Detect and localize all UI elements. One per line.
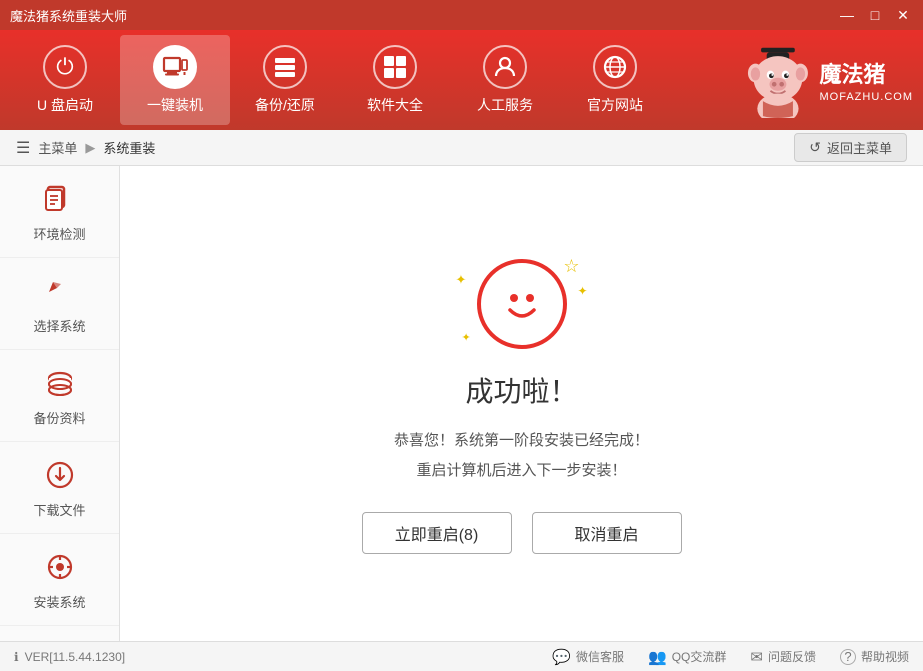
- success-title: 成功啦！: [465, 370, 577, 410]
- sidebar-label-select-os: 选择系统: [33, 316, 85, 335]
- nav-item-software[interactable]: 软件大全: [340, 35, 450, 125]
- titlebar: 魔法猪系统重装大师 — □ ✕: [0, 0, 923, 30]
- star-4: ✦: [462, 331, 471, 344]
- restart-button[interactable]: 立即重启(8): [362, 512, 512, 554]
- breadcrumb-separator: ▶: [85, 140, 95, 156]
- action-buttons: 立即重启(8) 取消重启: [362, 512, 682, 554]
- pig-logo: [742, 43, 812, 118]
- minimize-button[interactable]: —: [837, 5, 857, 25]
- sidebar-item-backup[interactable]: 备份资料: [0, 350, 119, 442]
- brand-en-text: MOFAZHU.COM: [820, 91, 914, 103]
- backup-data-icon: [41, 364, 79, 402]
- nav-item-service[interactable]: 人工服务: [450, 35, 560, 125]
- nav-label-usb: U 盘启动: [37, 95, 93, 115]
- wechat-label: 微信客服: [576, 648, 624, 665]
- cancel-restart-button[interactable]: 取消重启: [532, 512, 682, 554]
- breadcrumb-current: 系统重装: [103, 138, 155, 157]
- help-icon: ?: [840, 649, 856, 665]
- smiley-face: [477, 259, 567, 349]
- star-1: ☆: [563, 256, 579, 277]
- footer-help[interactable]: ? 帮助视频: [840, 648, 909, 665]
- back-button-label: 返回主菜单: [827, 138, 892, 157]
- feedback-label: 问题反馈: [768, 648, 816, 665]
- star-3: ✦: [577, 284, 587, 298]
- sidebar-item-install[interactable]: 安装系统: [0, 534, 119, 626]
- install-icon: [41, 548, 79, 586]
- feedback-icon: ✉: [750, 648, 763, 666]
- website-icon: [593, 45, 637, 89]
- sidebar-label-download: 下载文件: [33, 500, 85, 519]
- nav-item-backup[interactable]: 备份/还原: [230, 35, 340, 125]
- brand-area: 魔法猪 MOFAZHU.COM: [703, 30, 923, 130]
- sidebar-item-env-check[interactable]: 环境检测: [0, 166, 119, 258]
- maximize-button[interactable]: □: [865, 5, 885, 25]
- service-icon: [483, 45, 527, 89]
- qq-icon: 👥: [648, 648, 667, 666]
- backup-icon: [263, 45, 307, 89]
- titlebar-controls: — □ ✕: [837, 5, 913, 25]
- sidebar-label-backup: 备份资料: [33, 408, 85, 427]
- nav-item-website[interactable]: 官方网站: [560, 35, 670, 125]
- nav-item-reinstall[interactable]: 一键装机: [120, 35, 230, 125]
- nav-label-website: 官方网站: [587, 95, 643, 115]
- sidebar-item-select-os[interactable]: 选择系统: [0, 258, 119, 350]
- success-illustration: ☆ ✦ ✦ ✦: [452, 254, 592, 354]
- brand-cn-text: 魔法猪: [820, 57, 914, 89]
- nav-label-backup: 备份/还原: [255, 95, 315, 115]
- menu-icon: ☰: [16, 138, 30, 158]
- download-icon: [41, 456, 79, 494]
- breadcrumb-bar: ☰ 主菜单 ▶ 系统重装 ↺ 返回主菜单: [0, 130, 923, 166]
- software-icon: [373, 45, 417, 89]
- success-msg-line2: 重启计算机后进入下一步安装！: [416, 462, 626, 479]
- app-title: 魔法猪系统重装大师: [10, 6, 127, 25]
- content-panel: ☆ ✦ ✦ ✦ 成功啦！ 恭喜您！系统第一阶段安装已经完成！ 重启计算机后进入下…: [120, 166, 923, 641]
- footer-version: ℹ VER[11.5.44.1230]: [14, 650, 125, 664]
- sidebar-label-env-check: 环境检测: [33, 224, 85, 243]
- breadcrumb-left: ☰ 主菜单 ▶ 系统重装: [16, 138, 155, 158]
- back-button[interactable]: ↺ 返回主菜单: [794, 133, 907, 162]
- sidebar: 环境检测 选择系统 备份资料: [0, 166, 120, 641]
- footer-feedback[interactable]: ✉ 问题反馈: [750, 648, 816, 666]
- footer-links: 💬 微信客服 👥 QQ交流群 ✉ 问题反馈 ? 帮助视频: [552, 648, 909, 666]
- sidebar-item-download[interactable]: 下载文件: [0, 442, 119, 534]
- breadcrumb-home[interactable]: 主菜单: [38, 138, 77, 157]
- brand-text: 魔法猪 MOFAZHU.COM: [820, 57, 914, 103]
- help-label: 帮助视频: [861, 648, 909, 665]
- env-check-icon: [41, 180, 79, 218]
- version-text: VER[11.5.44.1230]: [25, 650, 126, 664]
- footer-qq[interactable]: 👥 QQ交流群: [648, 648, 726, 666]
- nav-item-usb[interactable]: ⏻ U 盘启动: [10, 35, 120, 125]
- sidebar-label-install: 安装系统: [33, 592, 85, 611]
- nav-label-service: 人工服务: [477, 95, 533, 115]
- main-area: 环境检测 选择系统 备份资料: [0, 166, 923, 641]
- footer-wechat[interactable]: 💬 微信客服: [552, 648, 624, 666]
- close-button[interactable]: ✕: [893, 5, 913, 25]
- nav-label-software: 软件大全: [367, 95, 423, 115]
- usb-icon: ⏻: [43, 45, 87, 89]
- footer: ℹ VER[11.5.44.1230] 💬 微信客服 👥 QQ交流群 ✉ 问题反…: [0, 641, 923, 671]
- back-arrow-icon: ↺: [809, 139, 821, 156]
- nav-label-reinstall: 一键装机: [147, 95, 203, 115]
- star-2: ✦: [456, 272, 467, 288]
- brand-inner: 魔法猪 MOFAZHU.COM: [742, 43, 914, 118]
- reinstall-icon: [153, 45, 197, 89]
- select-os-icon: [41, 272, 79, 310]
- success-msg-line1: 恭喜您！系统第一阶段安装已经完成！: [394, 432, 649, 449]
- titlebar-title: 魔法猪系统重装大师: [10, 6, 127, 25]
- success-message: 恭喜您！系统第一阶段安装已经完成！ 重启计算机后进入下一步安装！: [394, 426, 649, 486]
- wechat-icon: 💬: [552, 648, 571, 666]
- top-navigation: ⏻ U 盘启动 一键装机: [0, 30, 923, 130]
- qq-label: QQ交流群: [672, 648, 727, 665]
- info-icon: ℹ: [14, 650, 19, 664]
